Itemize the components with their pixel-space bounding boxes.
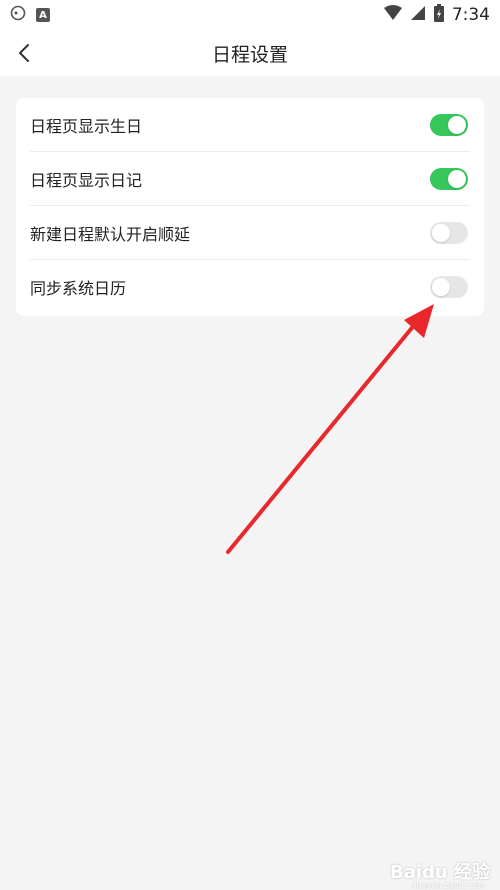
status-time: 7:34 — [451, 5, 490, 25]
setting-row-sync-system-calendar: 同步系统日历 — [16, 260, 484, 314]
setting-row-show-diary: 日程页显示日记 — [16, 152, 484, 206]
show-birthday-toggle[interactable] — [430, 114, 468, 136]
status-bar: A 7:34 — [0, 0, 500, 28]
setting-row-show-birthday: 日程页显示生日 — [16, 98, 484, 152]
toggle-knob — [432, 224, 450, 242]
settings-card: 日程页显示生日 日程页显示日记 新建日程默认开启顺延 同步系统日历 — [16, 98, 484, 316]
setting-label: 新建日程默认开启顺延 — [30, 225, 191, 244]
setting-label: 日程页显示日记 — [30, 171, 143, 190]
wifi-icon — [383, 5, 402, 25]
cellular-signal-icon — [410, 5, 426, 25]
header: 日程设置 — [0, 28, 500, 76]
toggle-knob — [448, 170, 466, 188]
sync-system-calendar-toggle[interactable] — [430, 276, 468, 298]
setting-row-default-postpone: 新建日程默认开启顺延 — [16, 206, 484, 260]
battery-icon — [433, 4, 444, 26]
toggle-knob — [432, 278, 450, 296]
notification-app-icon — [10, 5, 26, 25]
default-postpone-toggle[interactable] — [430, 222, 468, 244]
a-app-icon: A — [36, 8, 50, 22]
setting-label: 日程页显示生日 — [30, 117, 143, 136]
toggle-knob — [448, 116, 466, 134]
page-title: 日程设置 — [211, 44, 288, 66]
show-diary-toggle[interactable] — [430, 168, 468, 190]
setting-label: 同步系统日历 — [30, 279, 127, 298]
watermark-url: jingyan.baidu.com — [412, 881, 486, 890]
